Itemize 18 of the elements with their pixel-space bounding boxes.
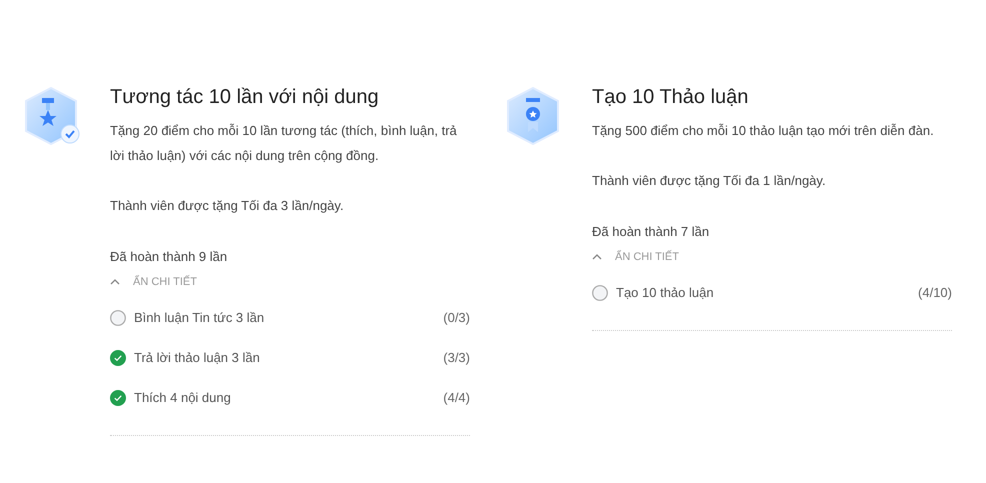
details-toggle[interactable]: ẨN CHI TIẾT <box>592 244 952 270</box>
subtask-label: Bình luận Tin tức 3 lần <box>134 309 266 328</box>
subtask-label: Trả lời thảo luận 3 lần <box>134 349 261 368</box>
task-title: Tương tác 10 lần với nội dung <box>110 85 380 110</box>
subtask-label: Thích 4 nội dung <box>134 389 232 408</box>
task-description: Tặng 20 điểm cho mỗi 10 lần tương tác (thích, bình luận, trả lời thảo luận) với các nội dung trên cộng đồng. <box>110 122 458 165</box>
medal-icon <box>504 86 562 146</box>
subtask-label: Tạo 10 thảo luận <box>616 284 715 302</box>
chevron-icon <box>592 254 602 260</box>
task-description: Tặng 500 điểm cho mỗi 10 thảo luận tạo mới trên diễn đàn. <box>592 122 935 140</box>
completed-count: Đã hoàn thành 7 lần <box>592 223 710 241</box>
star-medal-icon <box>22 86 80 146</box>
chevron-icon <box>110 279 120 285</box>
daily-limit-text: Thành viên được tặng Tối đa 3 lần/ngày. <box>110 197 345 215</box>
details-toggle[interactable]: ẨN CHI TIẾT <box>110 269 470 295</box>
completed-count: Đã hoàn thành 9 lần <box>110 248 228 266</box>
daily-limit-text: Thành viên được tặng Tối đa 1 lần/ngày. <box>592 172 827 190</box>
task-title: Tạo 10 Thảo luận <box>592 85 750 110</box>
